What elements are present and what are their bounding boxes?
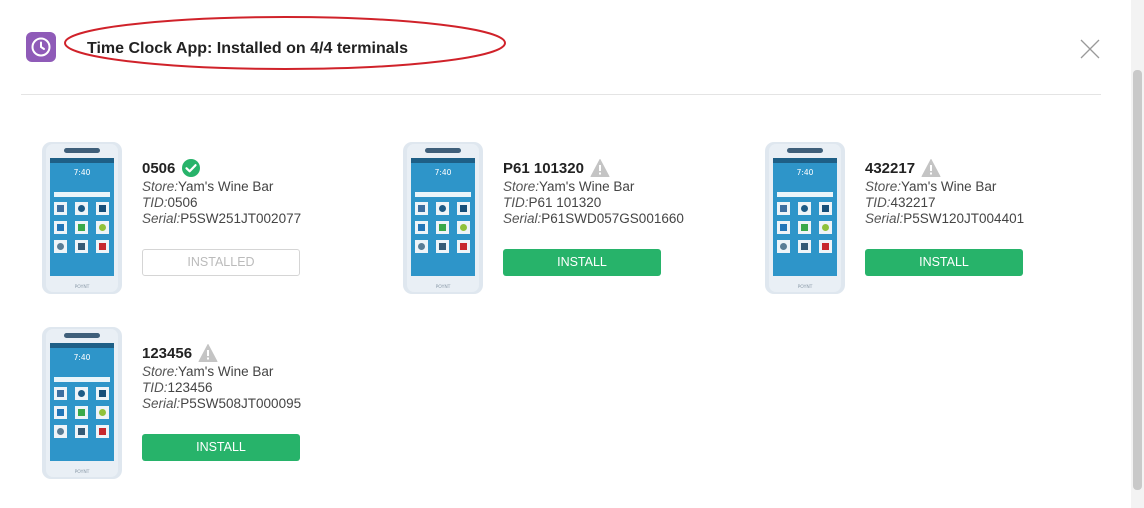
serial-line: Serial:P5SW120JT004401: [865, 211, 1025, 226]
svg-text:7:40: 7:40: [797, 168, 814, 177]
installed-button[interactable]: INSTALLED: [142, 249, 300, 276]
svg-text:POYNT: POYNT: [75, 284, 90, 290]
svg-text:7:40: 7:40: [74, 168, 91, 177]
terminal-name: 0506: [142, 159, 176, 177]
terminal-info: 123456 Store:Yam's Wine Bar TID:123456 S…: [142, 342, 382, 412]
scrollbar-thumb[interactable]: [1133, 70, 1142, 490]
serial-line: Serial:P5SW251JT002077: [142, 211, 302, 226]
store-line: Store:Yam's Wine Bar: [503, 179, 635, 194]
close-button[interactable]: [1079, 38, 1101, 60]
svg-text:POYNT: POYNT: [75, 469, 90, 475]
terminal-info: 0506 Store:Yam's Wine Bar TID:0506 Seria…: [142, 157, 382, 227]
terminal-card: 7:40 POYNT 123456 Store:Yam's Wine Bar T…: [42, 327, 382, 487]
warning-icon: [921, 159, 941, 177]
terminal-info: P61 101320 Store:Yam's Wine Bar TID:P61 …: [503, 157, 743, 227]
serial-line: Serial:P5SW508JT000095: [142, 396, 302, 411]
tid-line: TID:432217: [865, 195, 936, 210]
install-button[interactable]: INSTALL: [503, 249, 661, 276]
dialog-header: Time Clock App: Installed on 4/4 termina…: [21, 0, 1101, 95]
tid-line: TID:123456: [142, 380, 213, 395]
install-button[interactable]: INSTALL: [865, 249, 1023, 276]
svg-text:7:40: 7:40: [74, 353, 91, 362]
svg-text:7:40: 7:40: [435, 168, 452, 177]
terminal-name: 123456: [142, 344, 193, 362]
terminal-card: 7:40 POYNT P61 101320 Store:Yam's Wine B…: [403, 142, 743, 302]
dialog-title: Time Clock App: Installed on 4/4 termina…: [87, 40, 408, 57]
clock-icon: [26, 32, 56, 62]
store-line: Store:Yam's Wine Bar: [142, 364, 274, 379]
store-line: Store:Yam's Wine Bar: [142, 179, 274, 194]
warning-icon: [590, 159, 610, 177]
scrollbar[interactable]: [1131, 0, 1144, 508]
serial-line: Serial:P61SWD057GS001660: [503, 211, 684, 226]
install-button[interactable]: INSTALL: [142, 434, 300, 461]
terminal-name: 432217: [865, 159, 916, 177]
close-icon: [1080, 39, 1100, 59]
terminal-device-image: 7:40 POYNT: [42, 142, 122, 294]
svg-text:POYNT: POYNT: [436, 284, 451, 290]
svg-text:POYNT: POYNT: [798, 284, 813, 290]
terminal-card: 7:40 POYNT 0506 Store:Yam's Wine Bar TID…: [42, 142, 382, 302]
terminal-info: 432217 Store:Yam's Wine Bar TID:432217 S…: [865, 157, 1105, 227]
store-line: Store:Yam's Wine Bar: [865, 179, 997, 194]
tid-line: TID:P61 101320: [503, 195, 602, 210]
terminals-dialog: Time Clock App: Installed on 4/4 termina…: [0, 0, 1131, 508]
tid-line: TID:0506: [142, 195, 198, 210]
terminal-card: 7:40 POYNT 432217 Store:Yam's Wine Bar T…: [765, 142, 1105, 302]
terminal-name: P61 101320: [503, 159, 584, 177]
check-circle-icon: [182, 159, 201, 177]
terminal-device-image: 7:40 POYNT: [765, 142, 845, 294]
terminal-device-image: 7:40 POYNT: [42, 327, 122, 479]
terminal-device-image: 7:40 POYNT: [403, 142, 483, 294]
warning-icon: [198, 344, 218, 362]
